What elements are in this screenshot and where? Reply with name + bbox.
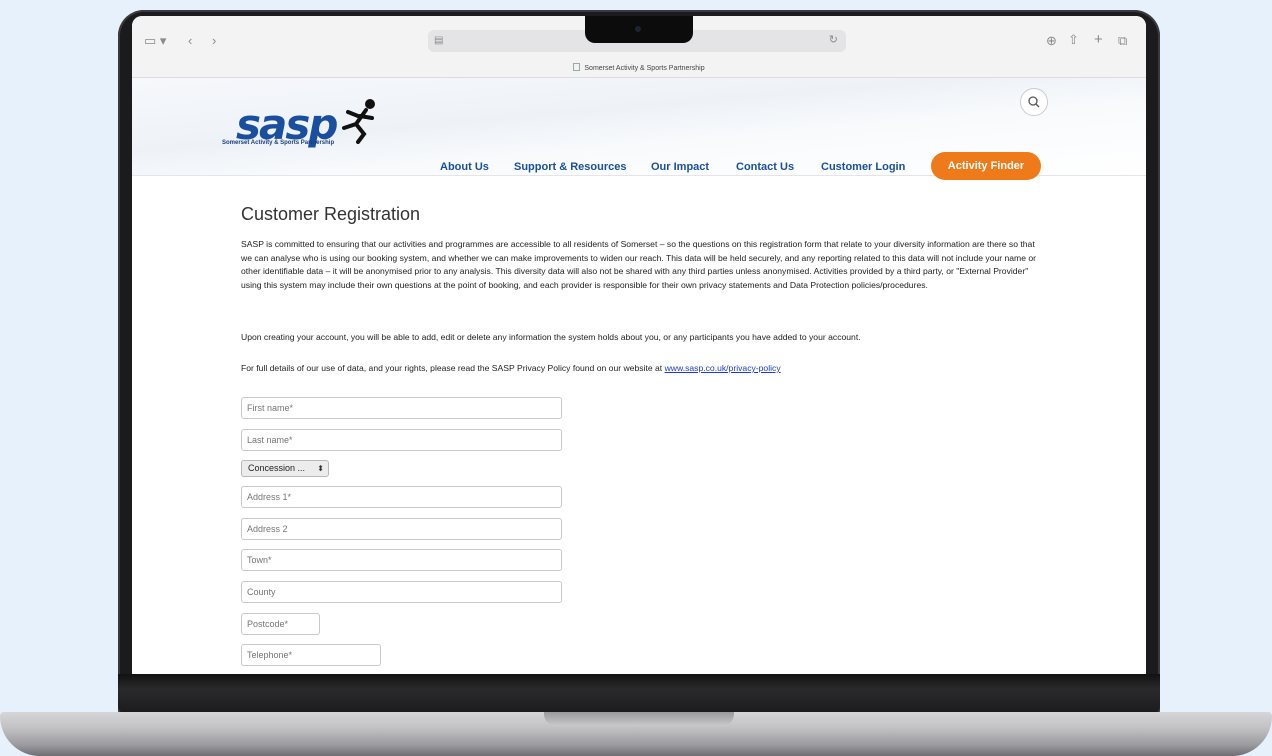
telephone-input[interactable] <box>241 644 381 666</box>
diversity-paragraph: SASP is committed to ensuring that our a… <box>241 239 1037 290</box>
laptop-opening-groove <box>544 712 734 726</box>
page-title: Customer Registration <box>241 204 421 224</box>
privacy-paragraph: For full details of our use of data, and… <box>241 362 1041 376</box>
page-content: Customer Registration SASP is committed … <box>132 16 1146 674</box>
camera-notch <box>585 16 693 43</box>
account-paragraph: Upon creating your account, you will be … <box>241 332 861 342</box>
address2-input[interactable] <box>241 518 562 540</box>
chevron-updown-icon: ⬍ <box>317 464 324 473</box>
privacy-text: For full details of our use of data, and… <box>241 363 665 373</box>
concession-selected-value: Concession ... <box>248 463 306 473</box>
address1-input[interactable] <box>241 486 562 508</box>
concession-select[interactable]: Concession ... ⬍ <box>241 460 329 477</box>
town-input[interactable] <box>241 549 562 571</box>
privacy-policy-link[interactable]: www.sasp.co.uk/privacy-policy <box>665 363 781 373</box>
last-name-input[interactable] <box>241 429 562 451</box>
postcode-input[interactable] <box>241 613 320 635</box>
county-input[interactable] <box>241 581 562 603</box>
first-name-input[interactable] <box>241 397 562 419</box>
laptop-hinge <box>118 674 1160 712</box>
camera-icon <box>635 26 641 32</box>
